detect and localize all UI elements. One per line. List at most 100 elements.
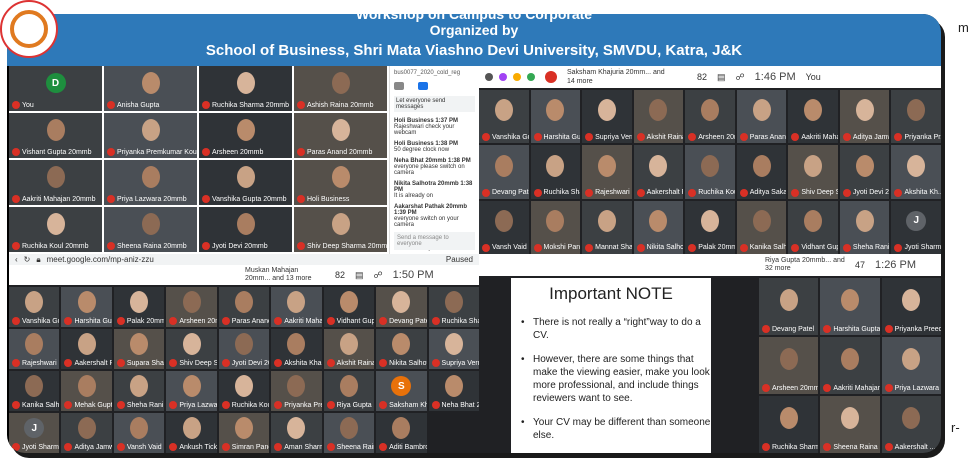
participant-tile[interactable]: Supara Sharma xyxy=(113,329,165,369)
participant-tile[interactable]: Aakriti Mahaja... xyxy=(271,287,322,327)
participant-tile[interactable]: Arsheen 20mmb... xyxy=(759,337,819,394)
participant-tile[interactable]: Priya Lazwara 2... xyxy=(881,337,941,394)
participant-tile[interactable]: Paras Anand 20mmb xyxy=(294,113,387,158)
participant-tile[interactable]: Devang Patel xyxy=(376,287,427,327)
people-icon[interactable] xyxy=(394,82,404,90)
participant-tile[interactable]: Ruchika Sharma 20mmb xyxy=(199,66,292,111)
url-text[interactable]: meet.google.com/mp-aniz-zzu xyxy=(47,255,154,264)
participant-tile[interactable]: Holi Business xyxy=(294,160,387,205)
participant-tile[interactable]: Arsheen 20mmb xyxy=(199,113,292,158)
participant-tile[interactable]: Rajeshwari Sh... xyxy=(9,329,60,369)
participant-tile[interactable]: Anisha Gupta xyxy=(104,66,197,111)
participant-count[interactable]: 82 xyxy=(335,270,345,280)
participant-tile[interactable]: Jyoti Devi 20mmb xyxy=(199,207,292,252)
participant-tile[interactable]: Rajeshwari Sh... xyxy=(582,145,632,199)
participant-tile[interactable]: Vanshika Gupt... xyxy=(9,287,60,327)
participant-tile[interactable]: Vidhant Gupta... xyxy=(323,287,375,327)
participant-tile[interactable]: Arsheen 20m... xyxy=(685,90,735,144)
participant-tile[interactable]: Mokshi Pando... xyxy=(530,200,581,254)
participant-tile[interactable]: Aakriti Mahajan 2... xyxy=(820,337,880,394)
participant-tile[interactable]: Ruchika Sharma 2... xyxy=(759,396,819,453)
participant-tile[interactable]: Sheha Rani 20... xyxy=(839,200,890,254)
activities-icon[interactable]: ☍ xyxy=(736,72,745,83)
participant-tile[interactable]: Priyanka Preeda... xyxy=(881,278,941,335)
participant-tile[interactable]: Shiv Deep Sha... xyxy=(788,145,838,199)
participant-tile[interactable]: Ruchika Koul ... xyxy=(685,145,735,199)
participant-tile[interactable]: Supriya Verma... xyxy=(428,329,479,369)
participant-tile[interactable]: Shiv Deep Sharma 20mmb xyxy=(294,207,387,252)
participant-tile[interactable]: Aditya Sakala... xyxy=(736,145,787,199)
participant-tile[interactable]: Akshit Raina 2... xyxy=(323,329,375,369)
chat-icon[interactable]: ▤ xyxy=(355,270,364,281)
participant-tile[interactable]: Vishant Gupta 20mmb xyxy=(9,113,102,158)
participant-tile[interactable]: Aakershalt ... xyxy=(881,396,941,453)
participant-tile[interactable]: Ruchika Shar... xyxy=(428,287,479,327)
participant-tile[interactable]: Sheena Raina ... xyxy=(323,413,375,453)
participant-tile[interactable]: Aakershalt Pat... xyxy=(61,329,112,369)
participant-tile[interactable]: Shiv Deep Sha... xyxy=(166,329,217,369)
participant-tile[interactable]: Akshit Raina 2... xyxy=(633,90,684,144)
participant-tile[interactable]: Harshita Gupt... xyxy=(530,90,581,144)
participant-tile[interactable]: Jyoti Devi 20... xyxy=(839,145,890,199)
participant-tile[interactable]: Kanika Salhotr... xyxy=(9,371,60,411)
participant-tile[interactable]: Devang Patel xyxy=(479,145,529,199)
chat-icon[interactable]: ▤ xyxy=(717,72,726,83)
participant-tile[interactable]: Mannat Sharm... xyxy=(582,200,632,254)
participant-tile[interactable]: Neha Bhat 20... xyxy=(428,371,479,411)
participant-tile[interactable]: Aditya Jamwa... xyxy=(61,413,112,453)
participant-tile[interactable]: Harshita Gupt... xyxy=(61,287,112,327)
participant-tile[interactable]: Aditi Bambroo... xyxy=(376,413,427,453)
participant-tile[interactable]: Mehak Gupta ... xyxy=(61,371,112,411)
reload-icon[interactable]: ↻ xyxy=(24,255,31,264)
participant-tile[interactable]: J Jyoti Sharma xyxy=(9,413,60,453)
participant-tile[interactable]: Arsheen 20m... xyxy=(166,287,217,327)
participant-tile[interactable]: Vanshika Gupt... xyxy=(479,90,529,144)
participant-tile[interactable]: Paras Anand 2... xyxy=(736,90,787,144)
participant-tile[interactable]: Priyanka Pree... xyxy=(271,371,322,411)
participant-tile[interactable]: Vansh Vaid 20... xyxy=(113,413,165,453)
participant-tile[interactable]: Sheha Rani 20... xyxy=(113,371,165,411)
participant-tile[interactable]: J Jyoti Sharm... xyxy=(891,200,941,254)
participant-tile[interactable]: Nikita Salhotra... xyxy=(633,200,684,254)
participant-tile[interactable]: Priyanka Pr... xyxy=(891,90,941,144)
participant-tile[interactable]: Aman Sharma... xyxy=(271,413,322,453)
participant-tile[interactable]: Supriya Verma... xyxy=(582,90,632,144)
participant-tile[interactable]: Ashish Raina 20mmb xyxy=(294,66,387,111)
participant-tile[interactable]: Ruchika Koul ... xyxy=(218,371,270,411)
paused-label[interactable]: Paused xyxy=(446,255,473,264)
participant-tile[interactable]: Harshita Gupta 20... xyxy=(820,278,880,335)
participant-tile[interactable]: Jyoti Devi 20... xyxy=(218,329,270,369)
participant-tile[interactable]: Ruchika Shar... xyxy=(530,145,581,199)
participant-tile[interactable]: Aakershalt Pat... xyxy=(633,145,684,199)
participant-tile[interactable]: Vansh Vaid 20... xyxy=(479,200,529,254)
participant-tile[interactable]: Sheena Raina 20... xyxy=(820,396,880,453)
participant-tile[interactable]: Aditya Jamwa... xyxy=(839,90,890,144)
participant-tile[interactable]: Palak 20mmb... xyxy=(113,287,165,327)
participant-tile[interactable]: Aakriti Mahaja... xyxy=(788,90,838,144)
back-icon[interactable]: ‹ xyxy=(15,255,18,264)
participant-tile[interactable]: Sheena Raina 20mmb xyxy=(104,207,197,252)
participant-tile[interactable]: Devang Patel xyxy=(759,278,819,335)
participant-tile[interactable]: Priya Lazwara ... xyxy=(166,371,217,411)
participant-tile[interactable]: S Saksham Khaj... xyxy=(376,371,427,411)
chat-input[interactable]: Send a message to everyone xyxy=(394,232,475,250)
participant-tile[interactable]: D You xyxy=(9,66,102,111)
participant-tile[interactable]: Ruchika Koul 20mmb xyxy=(9,207,102,252)
participant-tile[interactable]: Priya Lazwara 20mmb xyxy=(104,160,197,205)
participant-tile[interactable]: Vanshika Gupta 20mmb xyxy=(199,160,292,205)
participant-tile[interactable]: Akshita Khado... xyxy=(271,329,322,369)
chat-icon[interactable] xyxy=(418,82,428,90)
participant-count[interactable]: 82 xyxy=(697,72,707,82)
participant-tile[interactable]: Riya Gupta 20... xyxy=(323,371,375,411)
participant-tile[interactable]: Aakriti Mahajan 20mmb xyxy=(9,160,102,205)
participant-tile[interactable]: Palak 20mmb... xyxy=(685,200,735,254)
participant-tile[interactable]: Vidhant Gupta... xyxy=(788,200,838,254)
participant-tile[interactable]: Paras Anand 2... xyxy=(218,287,270,327)
activities-icon[interactable]: ☍ xyxy=(374,270,383,281)
participant-tile[interactable]: Ankush Ticko... xyxy=(166,413,217,453)
participant-tile[interactable]: Priyanka Premkumar Koul 20mmb xyxy=(104,113,197,158)
participant-tile[interactable]: Kanika Salhotr... xyxy=(736,200,787,254)
participant-tile[interactable]: Nikita Salhotra... xyxy=(376,329,427,369)
participant-count[interactable]: 47 xyxy=(855,260,865,270)
participant-tile[interactable]: Simran Pandit ... xyxy=(218,413,270,453)
